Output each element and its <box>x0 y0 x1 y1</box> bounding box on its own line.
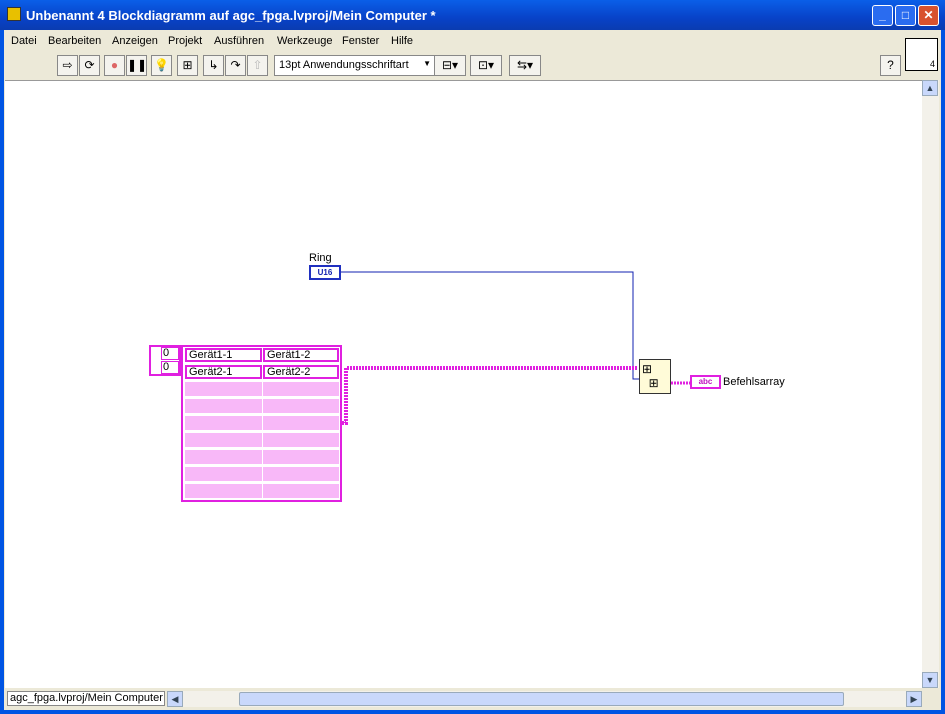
empty-table-cell[interactable] <box>185 416 262 430</box>
table-cell[interactable]: Gerät1-2 <box>263 348 339 362</box>
array-index-display: 0 0 <box>149 345 181 376</box>
string-array-constant[interactable]: Gerät1-1 Gerät1-2 Gerät2-1 Gerät2-2 <box>181 345 342 502</box>
scroll-thumb[interactable] <box>239 692 844 706</box>
maximize-button[interactable]: □ <box>895 5 916 26</box>
empty-table-cell[interactable] <box>263 416 339 430</box>
menu-anzeigen[interactable]: Anzeigen <box>112 35 158 47</box>
empty-table-cell[interactable] <box>263 467 339 481</box>
empty-table-cell[interactable] <box>263 450 339 464</box>
ring-label: Ring <box>309 252 332 264</box>
status-bar: agc_fpga.lvproj/Mein Computer ◀ ▶ <box>5 689 939 708</box>
minimize-button[interactable]: _ <box>872 5 893 26</box>
indicator-label: Befehlsarray <box>723 376 785 388</box>
distribute-objects-icon[interactable]: ⊡▾ <box>470 55 502 76</box>
menu-fenster[interactable]: Fenster <box>342 35 379 47</box>
reorder-icon[interactable]: ⇆▾ <box>509 55 541 76</box>
empty-table-cell[interactable] <box>185 450 262 464</box>
step-over-icon[interactable]: ↷ <box>225 55 246 76</box>
align-objects-icon[interactable]: ⊟▾ <box>434 55 466 76</box>
menu-hilfe[interactable]: Hilfe <box>391 35 413 47</box>
labview-app-icon <box>7 7 21 21</box>
befehlsarray-indicator[interactable]: abc <box>690 375 721 389</box>
window-title: Unbenannt 4 Blockdiagramm auf agc_fpga.l… <box>26 8 436 23</box>
scroll-up-icon[interactable]: ▲ <box>922 80 938 96</box>
empty-table-cell[interactable] <box>185 399 262 413</box>
empty-table-cell[interactable] <box>185 484 262 498</box>
vertical-scrollbar[interactable]: ▲ ▼ <box>922 80 939 688</box>
font-dropdown[interactable]: 13pt Anwendungsschriftart ▼ <box>274 55 435 76</box>
vi-icon-number: 4 <box>929 59 935 69</box>
close-button[interactable]: ✕ <box>918 5 939 26</box>
empty-table-cell[interactable] <box>185 467 262 481</box>
indicator-type: abc <box>698 377 713 386</box>
menu-projekt[interactable]: Projekt <box>168 35 202 47</box>
highlight-execution-bulb-icon[interactable]: 💡 <box>151 55 172 76</box>
title-bar: Unbenannt 4 Blockdiagramm auf agc_fpga.l… <box>0 0 945 30</box>
scroll-left-icon[interactable]: ◀ <box>167 691 183 707</box>
menu-bearbeiten[interactable]: Bearbeiten <box>48 35 101 47</box>
ring-constant-terminal[interactable]: U16 <box>309 265 341 280</box>
table-cell[interactable]: Gerät2-1 <box>185 365 262 379</box>
table-cell[interactable]: Gerät2-2 <box>263 365 339 379</box>
menu-bar: Datei Bearbeiten Anzeigen Projekt Ausfüh… <box>4 31 899 51</box>
empty-table-cell[interactable] <box>185 433 262 447</box>
menu-datei[interactable]: Datei <box>11 35 37 47</box>
u16-wire <box>341 271 641 380</box>
chevron-down-icon: ▼ <box>423 59 431 68</box>
empty-table-cell[interactable] <box>185 382 262 396</box>
menu-werkzeuge[interactable]: Werkzeuge <box>277 35 332 47</box>
table-cell[interactable]: Gerät1-1 <box>185 348 262 362</box>
vi-icon[interactable]: 4 <box>905 38 938 71</box>
run-continuously-icon[interactable]: ⟳ <box>79 55 100 76</box>
toolbar: ⇨ ⟳ ● ❚❚ 💡 ⊞ ↳ ↷ ⇧ 13pt Anwendungsschrif… <box>4 52 901 78</box>
empty-table-cell[interactable] <box>263 382 339 396</box>
step-into-icon[interactable]: ↳ <box>203 55 224 76</box>
index-array-function-node[interactable]: ⊞ ⊞ <box>639 359 671 394</box>
pause-icon[interactable]: ❚❚ <box>126 55 147 76</box>
context-label: agc_fpga.lvproj/Mein Computer <box>7 691 165 706</box>
context-help-button[interactable]: ? <box>880 55 901 76</box>
empty-table-cell[interactable] <box>263 484 339 498</box>
scroll-down-icon[interactable]: ▼ <box>922 672 938 688</box>
column-index-field[interactable]: 0 <box>161 361 179 374</box>
font-label: 13pt Anwendungsschriftart <box>279 59 409 71</box>
empty-table-cell[interactable] <box>263 433 339 447</box>
abort-icon[interactable]: ● <box>104 55 125 76</box>
run-arrow-icon[interactable]: ⇨ <box>57 55 78 76</box>
horizontal-scrollbar[interactable]: ◀ ▶ <box>167 691 922 707</box>
ring-type: U16 <box>317 268 333 277</box>
retain-wire-values-icon[interactable]: ⊞ <box>177 55 198 76</box>
empty-table-cell[interactable] <box>263 399 339 413</box>
block-diagram-canvas[interactable]: Ring U16 0 0 Gerät1-1 Gerät1-2 Gerät2-1 … <box>5 80 922 688</box>
menu-ausfuehren[interactable]: Ausführen <box>214 35 264 47</box>
row-index-field[interactable]: 0 <box>161 347 179 360</box>
string-array-wire <box>342 366 638 425</box>
step-out-icon[interactable]: ⇧ <box>247 55 268 76</box>
scroll-right-icon[interactable]: ▶ <box>906 691 922 707</box>
